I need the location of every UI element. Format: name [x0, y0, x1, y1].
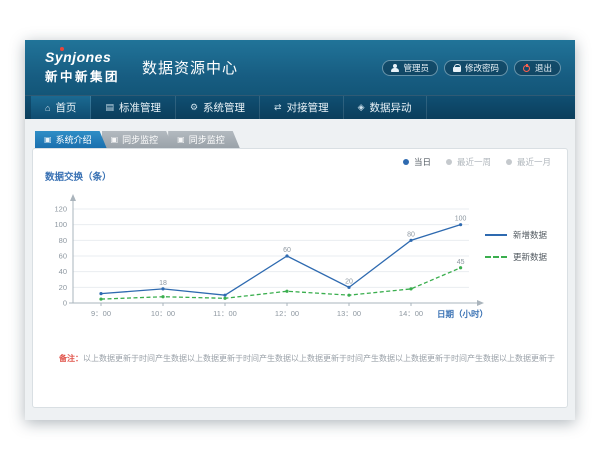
tab-sync-monitor-1[interactable]: ▣ 同步监控 — [102, 131, 174, 148]
svg-text:0: 0 — [63, 299, 67, 308]
period-label: 当日 — [414, 156, 431, 168]
logout-label: 退出 — [535, 62, 552, 74]
svg-text:13：00: 13：00 — [337, 309, 361, 318]
logout-button[interactable]: 退出 — [514, 60, 561, 76]
grid-icon: ▣ — [44, 135, 52, 144]
svg-text:80: 80 — [407, 231, 415, 238]
solid-line-sample — [485, 234, 507, 236]
chart-panel: 当日 最近一周 最近一月 数据交换（条） 0 20 40 60 80 100 120 9：00… — [32, 148, 568, 408]
logo-subtext: 新中新集团 — [45, 66, 120, 85]
nav-item-integration[interactable]: ⇄ 对接管理 — [260, 96, 344, 119]
svg-text:20: 20 — [59, 283, 67, 292]
system-icon: ⚙ — [190, 102, 198, 113]
nav-item-home[interactable]: ⌂ 首页 — [31, 96, 91, 119]
period-last-week[interactable]: 最近一周 — [446, 156, 491, 168]
period-legend: 当日 最近一周 最近一月 — [403, 156, 551, 168]
logo-accent-dot — [60, 47, 64, 51]
page-title: 数据资源中心 — [142, 57, 238, 78]
tab-system-intro[interactable]: ▣ 系统介绍 — [35, 131, 107, 148]
nav-label: 系统管理 — [203, 100, 245, 115]
svg-text:80: 80 — [59, 236, 67, 245]
footnote-prefix: 备注： — [59, 354, 83, 363]
home-icon: ⌂ — [45, 103, 50, 113]
user-icon — [391, 64, 399, 72]
series-legend: 新增数据 更新数据 — [485, 229, 547, 273]
tab-label: 同步监控 — [122, 133, 158, 146]
logo-text: Synjones — [45, 50, 120, 64]
company-logo: Synjones 新中新集团 — [45, 50, 120, 85]
svg-text:20: 20 — [345, 278, 353, 285]
data-change-icon: ◈ — [358, 102, 365, 113]
change-password-button[interactable]: 修改密码 — [444, 60, 508, 76]
legend-label: 新增数据 — [513, 229, 547, 241]
admin-button[interactable]: 管理员 — [382, 60, 438, 76]
dot-icon — [506, 159, 512, 165]
footnote-text: 以上数据更新于时间产生数据以上数据更新于时间产生数据以上数据更新于时间产生数据以… — [83, 354, 555, 363]
main-nav: ⌂ 首页 ▤ 标准管理 ⚙ 系统管理 ⇄ 对接管理 ◈ 数据异动 — [25, 95, 575, 119]
dashed-line-sample — [485, 256, 507, 258]
nav-label: 数据异动 — [370, 100, 412, 115]
tab-label: 同步监控 — [189, 133, 225, 146]
svg-text:120: 120 — [54, 205, 67, 214]
nav-item-standards[interactable]: ▤ 标准管理 — [91, 96, 176, 119]
app-window: Synjones 新中新集团 数据资源中心 管理员 修改密码 退出 ⌂ 首页 — [25, 40, 575, 420]
nav-label: 标准管理 — [119, 100, 161, 115]
change-password-label: 修改密码 — [465, 62, 499, 74]
period-today[interactable]: 当日 — [403, 156, 431, 168]
grid-icon: ▣ — [111, 135, 119, 144]
svg-text:45: 45 — [457, 259, 465, 266]
tab-bar: ▣ 系统介绍 ▣ 同步监控 ▣ 同步监控 — [35, 131, 240, 148]
nav-item-system[interactable]: ⚙ 系统管理 — [176, 96, 260, 119]
svg-text:60: 60 — [283, 247, 291, 254]
grid-icon: ▣ — [177, 135, 185, 144]
nav-label: 首页 — [55, 100, 76, 115]
svg-text:11：00: 11：00 — [213, 309, 237, 318]
svg-text:12：00: 12：00 — [275, 309, 299, 318]
power-icon — [523, 64, 531, 72]
lock-icon — [453, 64, 461, 72]
tab-label: 系统介绍 — [56, 133, 92, 146]
nav-label: 对接管理 — [287, 100, 329, 115]
nav-item-data-change[interactable]: ◈ 数据异动 — [344, 96, 427, 119]
standards-icon: ▤ — [105, 102, 114, 113]
svg-text:60: 60 — [59, 252, 67, 261]
svg-text:40: 40 — [59, 267, 67, 276]
svg-text:9：00: 9：00 — [91, 309, 111, 318]
integration-icon: ⇄ — [274, 102, 282, 113]
dot-icon — [446, 159, 452, 165]
period-last-month[interactable]: 最近一月 — [506, 156, 551, 168]
period-label: 最近一周 — [457, 156, 491, 168]
legend-item-updated-data[interactable]: 更新数据 — [485, 251, 547, 263]
svg-text:10：00: 10：00 — [151, 309, 175, 318]
svg-text:100: 100 — [54, 220, 67, 229]
legend-item-new-data[interactable]: 新增数据 — [485, 229, 547, 241]
svg-text:18: 18 — [159, 280, 167, 287]
admin-button-label: 管理员 — [403, 62, 429, 74]
content-area: ▣ 系统介绍 ▣ 同步监控 ▣ 同步监控 当日 最近一周 — [25, 119, 575, 420]
header: Synjones 新中新集团 数据资源中心 管理员 修改密码 退出 — [25, 40, 575, 95]
footnote: 备注：以上数据更新于时间产生数据以上数据更新于时间产生数据以上数据更新于时间产生… — [59, 353, 557, 364]
line-chart: 0 20 40 60 80 100 120 9：00 10：00 11：00 12：00 13：00 1… — [41, 185, 486, 335]
legend-label: 更新数据 — [513, 251, 547, 263]
tab-sync-monitor-2[interactable]: ▣ 同步监控 — [168, 131, 240, 148]
dot-icon — [403, 159, 409, 165]
y-axis-title: 数据交换（条） — [45, 169, 112, 183]
svg-text:14：00: 14：00 — [399, 309, 423, 318]
svg-text:100: 100 — [455, 216, 467, 223]
period-label: 最近一月 — [517, 156, 551, 168]
header-buttons: 管理员 修改密码 退出 — [382, 60, 561, 76]
svg-text:日期（小时）: 日期（小时） — [437, 309, 486, 319]
